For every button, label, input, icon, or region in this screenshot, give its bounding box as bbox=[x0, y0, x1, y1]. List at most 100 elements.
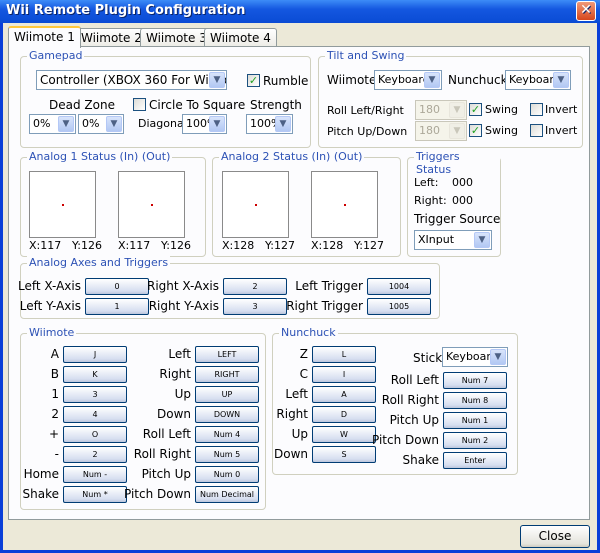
axis-1-key-button[interactable]: 2 bbox=[223, 278, 287, 295]
nunchuck-right-4-key-button[interactable]: Enter bbox=[443, 452, 507, 469]
rumble-label: Rumble bbox=[263, 74, 309, 88]
roll-swing-label: Swing bbox=[485, 103, 518, 116]
nunchuck-left-0-label: Z bbox=[299, 347, 308, 361]
axis-5-key-button[interactable]: 1005 bbox=[367, 298, 431, 315]
nunchuck-buttons-title: Nunchuck bbox=[279, 326, 338, 339]
wiimote-right-6-label: Pitch Up bbox=[141, 467, 191, 481]
dead-zone-label: Dead Zone bbox=[49, 98, 115, 112]
triggers-group: Triggers Status Left: 000 Right: 000 Tri… bbox=[407, 150, 501, 257]
wiimote-buttons-title: Wiimote bbox=[27, 326, 77, 339]
wiimote-left-2-label: 1 bbox=[51, 387, 59, 401]
gamepad-group: Gamepad Controller (XBOX 360 For Windo ▼ … bbox=[20, 49, 311, 148]
pitch-swing-label: Swing bbox=[485, 124, 518, 137]
analog2-group: Analog 2 Status (In) (Out) X:128 Y:127 X… bbox=[212, 150, 401, 257]
pitch-select[interactable]: 180 ▼ bbox=[415, 121, 467, 141]
pitch-invert-checkbox[interactable] bbox=[530, 124, 543, 137]
pitch-invert-label: Invert bbox=[545, 124, 578, 137]
wiimote-left-1-label: B bbox=[50, 367, 59, 381]
tilt-wiimote-select[interactable]: Keyboard ▼ bbox=[374, 70, 442, 90]
trigger-right-value: 000 bbox=[452, 194, 473, 207]
tilt-swing-title: Tilt and Swing bbox=[325, 49, 407, 62]
nunchuck-left-3-label: Right bbox=[276, 407, 308, 421]
dead-zone-value-2: 0% bbox=[82, 117, 100, 130]
close-button[interactable]: Close bbox=[520, 525, 590, 548]
diagonal-select[interactable]: 100% ▼ bbox=[182, 114, 227, 134]
stick-label: Stick bbox=[413, 351, 443, 365]
gamepad-title: Gamepad bbox=[27, 49, 85, 62]
analog-axes-title: Analog Axes and Triggers bbox=[27, 256, 171, 269]
tilt-nunchuck-label: Nunchuck bbox=[448, 73, 508, 87]
title-bar: Wii Remote Plugin Configuration ✕ bbox=[0, 0, 600, 23]
analog1-out-x: X:117 bbox=[118, 239, 151, 252]
wiimote-right-6-key-button[interactable]: Num 0 bbox=[195, 466, 259, 483]
wiimote-right-2-label: Up bbox=[174, 387, 191, 401]
roll-invert-label: Invert bbox=[545, 103, 578, 116]
nunchuck-right-2-key-button[interactable]: Num 1 bbox=[443, 412, 507, 429]
analog1-in-x: X:117 bbox=[29, 239, 62, 252]
pitch-label: Pitch Up/Down bbox=[327, 125, 408, 138]
trigger-left-value: 000 bbox=[452, 176, 473, 189]
circle-to-square-label: Circle To Square bbox=[149, 98, 246, 112]
dead-zone-select-1[interactable]: 0% ▼ bbox=[29, 114, 76, 134]
axis-2-key-button[interactable]: 1004 bbox=[367, 278, 431, 295]
chevron-down-icon: ▼ bbox=[209, 116, 225, 132]
tilt-wiimote-label: Wiimote bbox=[327, 73, 377, 87]
analog1-in-display bbox=[29, 171, 96, 238]
stick-select[interactable]: Keyboard ▼ bbox=[442, 347, 508, 367]
tab-wiimote-2[interactable]: Wiimote 2 bbox=[75, 28, 148, 47]
wiimote-right-7-key-button[interactable]: Num Decimal bbox=[195, 486, 259, 503]
dead-zone-value-1: 0% bbox=[33, 117, 51, 130]
axis-4-key-button[interactable]: 3 bbox=[223, 298, 287, 315]
analog1-in-y: Y:126 bbox=[72, 239, 102, 252]
nunchuck-right-3-key-button[interactable]: Num 2 bbox=[443, 432, 507, 449]
tilt-swing-group: Tilt and Swing Wiimote Keyboard ▼ Nunchuc… bbox=[318, 49, 583, 148]
controller-value: Controller (XBOX 360 For Windo bbox=[40, 73, 227, 87]
wiimote-left-7-label: Shake bbox=[22, 487, 59, 501]
roll-invert-checkbox[interactable] bbox=[530, 103, 543, 116]
tilt-nunchuck-select[interactable]: Keyboard ▼ bbox=[505, 70, 571, 90]
pitch-swing-checkbox[interactable]: ✓ bbox=[469, 124, 482, 137]
tab-wiimote-3[interactable]: Wiimote 3 bbox=[140, 28, 213, 47]
axis-0-label: Left X-Axis bbox=[18, 279, 81, 293]
analog2-out-y: Y:127 bbox=[354, 239, 384, 252]
wiimote-right-4-label: Roll Left bbox=[142, 427, 191, 441]
analog2-out-display bbox=[311, 171, 378, 238]
roll-swing-checkbox[interactable]: ✓ bbox=[469, 103, 482, 116]
nunchuck-right-1-label: Roll Right bbox=[381, 393, 439, 407]
chevron-down-icon: ▼ bbox=[424, 72, 440, 88]
trigger-right-label: Right: bbox=[414, 194, 447, 207]
chevron-down-icon: ▼ bbox=[209, 72, 225, 88]
dead-zone-select-2[interactable]: 0% ▼ bbox=[78, 114, 124, 134]
axis-2-label: Left Trigger bbox=[295, 279, 363, 293]
analog2-in-display bbox=[222, 171, 289, 238]
controller-select[interactable]: Controller (XBOX 360 For Windo ▼ bbox=[36, 70, 227, 90]
analog1-out-y: Y:126 bbox=[161, 239, 191, 252]
chevron-down-icon: ▼ bbox=[449, 123, 465, 139]
roll-select[interactable]: 180 ▼ bbox=[415, 100, 467, 120]
stick-dot bbox=[62, 204, 64, 206]
wiimote-right-0-label: Left bbox=[168, 347, 191, 361]
trigger-source-label: Trigger Source bbox=[414, 212, 501, 226]
tilt-wiimote-value: Keyboard bbox=[378, 73, 430, 86]
nunchuck-left-0-key-button[interactable]: L bbox=[312, 346, 376, 363]
analog2-title: Analog 2 Status (In) (Out) bbox=[219, 150, 365, 163]
strength-select[interactable]: 100% ▼ bbox=[246, 114, 293, 134]
roll-value: 180 bbox=[419, 103, 440, 116]
nunchuck-right-4-label: Shake bbox=[402, 453, 439, 467]
rumble-checkbox[interactable]: ✓ bbox=[247, 74, 260, 87]
chevron-down-icon: ▼ bbox=[474, 232, 490, 248]
wiimote-left-4-label: + bbox=[48, 427, 59, 441]
chevron-down-icon: ▼ bbox=[275, 116, 291, 132]
nunchuck-right-0-key-button[interactable]: Num 7 bbox=[443, 372, 507, 389]
analog-axes-group: Analog Axes and Triggers Left X-Axis 0 Rig… bbox=[18, 256, 440, 319]
tab-wiimote-1[interactable]: Wiimote 1 bbox=[8, 26, 81, 48]
circle-to-square-checkbox[interactable] bbox=[133, 98, 146, 111]
close-icon[interactable]: ✕ bbox=[576, 1, 596, 21]
trigger-source-select[interactable]: XInput ▼ bbox=[414, 230, 492, 250]
tab-wiimote-4[interactable]: Wiimote 4 bbox=[204, 28, 277, 47]
nunchuck-right-0-label: Roll Left bbox=[390, 373, 439, 387]
wiimote-left-3-label: 2 bbox=[51, 407, 59, 421]
nunchuck-right-1-key-button[interactable]: Num 8 bbox=[443, 392, 507, 409]
tab-panel: Gamepad Controller (XBOX 360 For Windo ▼ … bbox=[8, 46, 590, 520]
chevron-down-icon: ▼ bbox=[490, 349, 506, 365]
